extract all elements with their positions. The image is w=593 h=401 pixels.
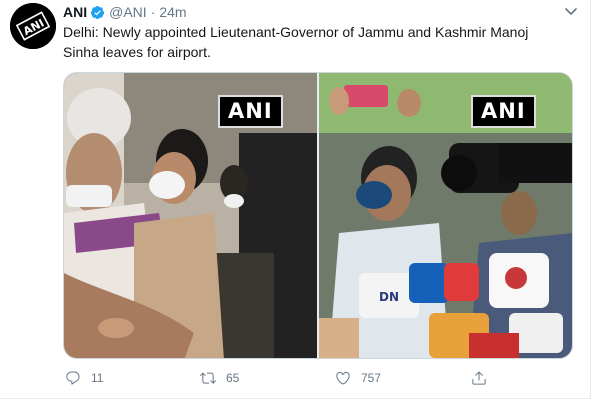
tweet-card[interactable]: ANI ANI @ANI · 24m Delhi: Newly appointe… <box>0 0 591 399</box>
author-name[interactable]: ANI <box>63 4 87 20</box>
retweet-count: 65 <box>226 371 240 385</box>
chevron-down-icon[interactable] <box>564 4 578 18</box>
tweet-actions: 11 65 757 <box>63 367 503 389</box>
retweet-icon <box>200 372 216 384</box>
media-photo-1[interactable]: ANI <box>64 73 317 358</box>
share-button[interactable] <box>471 370 497 386</box>
media-grid: ANI DN ANI <box>63 72 573 359</box>
svg-text:DN: DN <box>379 290 399 304</box>
reply-button[interactable]: 11 <box>65 370 103 386</box>
verified-badge-icon <box>90 5 105 20</box>
like-count: 757 <box>361 371 382 385</box>
avatar[interactable]: ANI <box>10 3 56 49</box>
ani-watermark: ANI <box>218 95 283 128</box>
like-button[interactable]: 757 <box>335 370 381 386</box>
share-icon <box>472 371 486 385</box>
retweet-button[interactable]: 65 <box>200 370 239 386</box>
tweet-timestamp[interactable]: 24m <box>159 4 186 20</box>
tweet-header: ANI @ANI · 24m <box>63 3 187 21</box>
separator-dot: · <box>150 4 156 20</box>
tweet-text: Delhi: Newly appointed Lieutenant-Govern… <box>63 24 529 60</box>
ani-logo-icon: ANI <box>10 3 56 49</box>
heart-icon <box>336 371 350 385</box>
reply-icon <box>66 371 80 385</box>
media-photo-2[interactable]: DN ANI <box>319 73 572 358</box>
ani-watermark: ANI <box>471 95 536 128</box>
author-handle[interactable]: @ANI <box>109 4 147 20</box>
reply-count: 11 <box>91 371 104 385</box>
